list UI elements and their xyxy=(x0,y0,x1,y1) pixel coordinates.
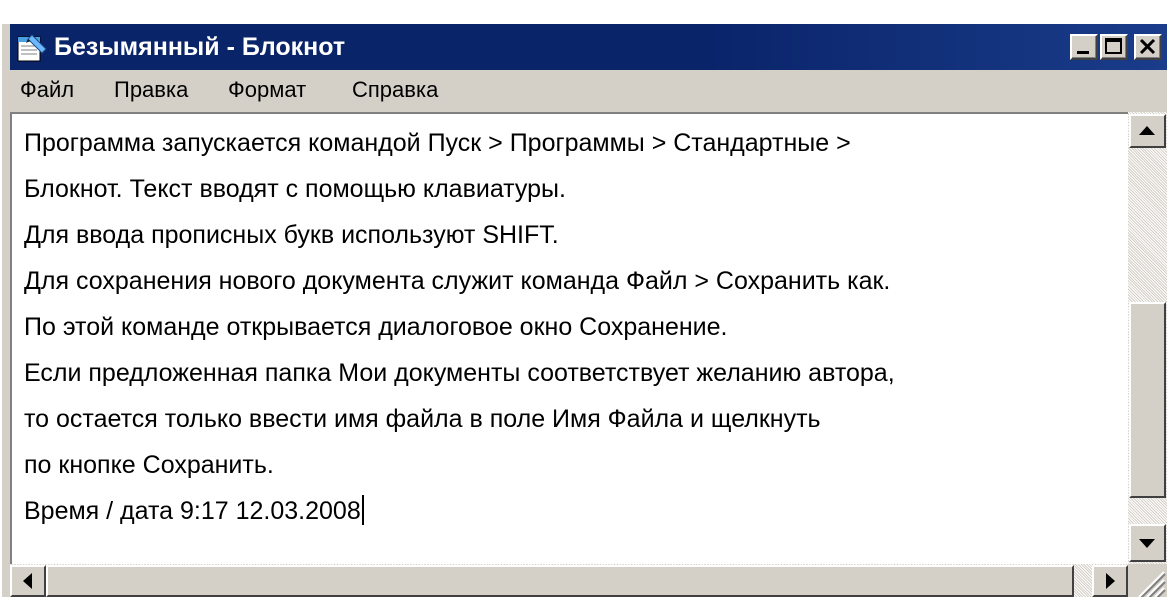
resize-grip[interactable] xyxy=(1128,564,1167,597)
desktop-strip xyxy=(0,0,1167,24)
text-line-last: Время / дата 9:17 12.03.2008 xyxy=(24,494,364,528)
text-line: Блокнот. Текст вводят с помощью клавиату… xyxy=(24,175,566,203)
menu-edit[interactable]: Правка xyxy=(114,76,188,104)
text-line: по кнопке Сохранить. xyxy=(24,451,274,479)
menu-bar: Файл Правка Формат Справка xyxy=(10,70,1167,110)
scroll-up-button[interactable] xyxy=(1129,114,1166,148)
window-title: Безымянный - Блокнот xyxy=(54,33,346,61)
text-line-content: Время / дата 9:17 12.03.2008 xyxy=(24,497,361,525)
scroll-right-arrow-icon xyxy=(1106,573,1115,589)
scroll-up-arrow-icon xyxy=(1139,126,1155,135)
scroll-right-button[interactable] xyxy=(1092,565,1128,597)
title-bar[interactable]: Безымянный - Блокнот xyxy=(10,24,1167,70)
text-line: Если предложенная папка Мои документы со… xyxy=(24,359,895,387)
close-icon xyxy=(1139,38,1156,55)
notepad-window: Безымянный - Блокнот Файл Правка Формат … xyxy=(0,0,1167,597)
minimize-icon xyxy=(1077,51,1089,54)
text-line: По этой команде открывается диалоговое о… xyxy=(24,313,728,341)
minimize-button[interactable] xyxy=(1070,34,1098,60)
text-line: то остается только ввести имя файла в по… xyxy=(24,405,821,433)
menu-file[interactable]: Файл xyxy=(20,76,74,104)
scroll-left-arrow-icon xyxy=(23,573,32,589)
scroll-down-arrow-icon xyxy=(1139,539,1155,548)
text-editor[interactable]: Программа запускается командой Пуск > Пр… xyxy=(10,112,1128,564)
window-left-frame xyxy=(0,24,10,597)
vertical-scrollbar[interactable] xyxy=(1128,112,1167,564)
text-caret xyxy=(361,495,364,525)
resize-grip-icon xyxy=(1138,571,1166,597)
text-line: Программа запускается командой Пуск > Пр… xyxy=(24,129,851,157)
notepad-icon[interactable] xyxy=(12,31,48,63)
close-button[interactable] xyxy=(1134,34,1162,60)
menu-help[interactable]: Справка xyxy=(352,76,438,104)
text-line: Для сохранения нового документа служит к… xyxy=(24,267,891,295)
scroll-down-button[interactable] xyxy=(1129,524,1166,562)
vertical-scroll-thumb[interactable] xyxy=(1129,302,1166,498)
maximize-button[interactable] xyxy=(1100,34,1128,60)
scroll-left-button[interactable] xyxy=(10,565,46,597)
menu-format[interactable]: Формат xyxy=(228,76,306,104)
maximize-icon xyxy=(1105,38,1122,54)
text-line: Для ввода прописных букв используют SHIF… xyxy=(24,221,559,249)
horizontal-scrollbar[interactable] xyxy=(10,564,1128,597)
horizontal-scroll-thumb[interactable] xyxy=(46,565,1074,597)
